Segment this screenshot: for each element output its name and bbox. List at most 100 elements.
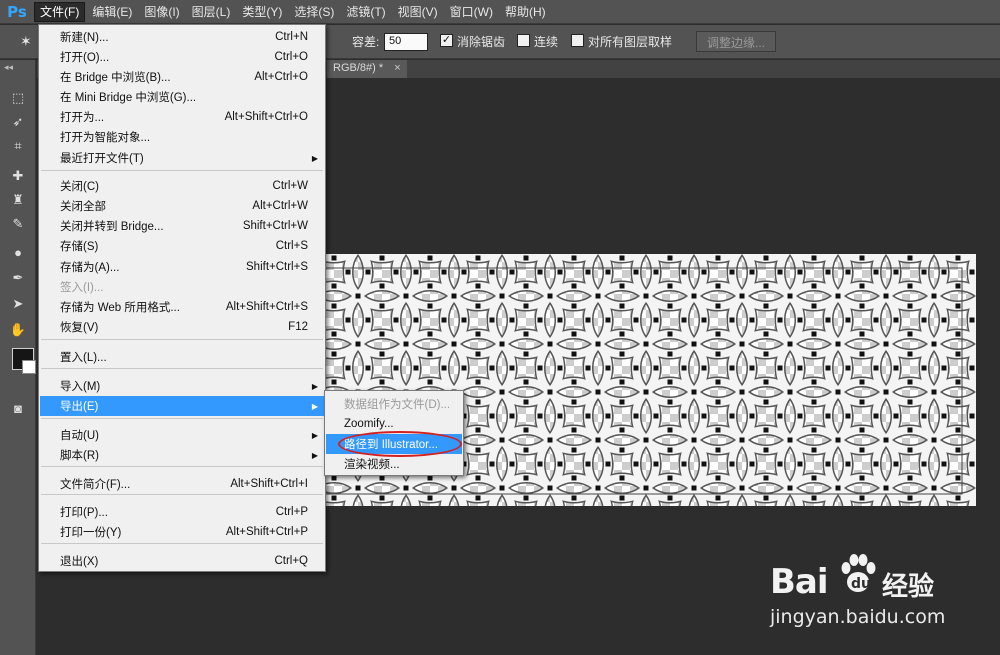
menu-item-shortcut: Alt+Shift+Ctrl+S (225, 301, 308, 313)
menu-item-close-all[interactable]: 关闭全部 Alt+Ctrl+W (40, 196, 324, 216)
menu-item-save-for-web[interactable]: 存储为 Web 所用格式... Alt+Shift+Ctrl+S (40, 297, 324, 317)
document-tab[interactable]: RGB/8#) * × (327, 60, 407, 78)
baidu-jingyan-watermark: Bai du 经验 jingyan.baidu.com (770, 548, 970, 638)
marquee-tool-icon[interactable]: ⬚ (8, 88, 28, 108)
document-tab-label: RGB/8#) * (333, 62, 384, 74)
menu-item-revert[interactable]: 恢复(V) F12 (40, 317, 324, 337)
menu-item-browse-in-bridge[interactable]: 在 Bridge 中浏览(B)... Alt+Ctrl+O (40, 67, 324, 87)
menu-item-shortcut: Alt+Shift+Ctrl+I (230, 478, 308, 490)
menu-separator (41, 339, 323, 340)
menu-item-open-as-smart-object[interactable]: 打开为智能对象... (40, 127, 324, 147)
healing-brush-icon[interactable]: ✚ (8, 166, 28, 186)
pen-tool-icon[interactable]: ✒ (8, 268, 28, 288)
menu-image[interactable]: 图像(I) (139, 2, 184, 22)
submenu-arrow-icon: ▶ (311, 153, 318, 163)
menu-item-exit[interactable]: 退出(X) Ctrl+Q (40, 551, 324, 571)
menu-item-open[interactable]: 打开(O)... Ctrl+O (40, 47, 324, 67)
photoshop-logo: Ps (7, 2, 27, 21)
menu-layer[interactable]: 图层(L) (187, 2, 236, 22)
menu-item-automate[interactable]: 自动(U) ▶ (40, 425, 324, 445)
menu-item-shortcut: Alt+Ctrl+O (254, 71, 308, 83)
menu-item-label: 文件简介(F)... (60, 479, 131, 491)
menu-view[interactable]: 视图(V) (393, 2, 443, 22)
watermark-product: 经验 (882, 571, 935, 601)
menu-item-scripts[interactable]: 脚本(R) ▶ (40, 445, 324, 465)
menu-item-save[interactable]: 存储(S) Ctrl+S (40, 236, 324, 256)
menu-help[interactable]: 帮助(H) (500, 2, 551, 22)
refine-edge-button[interactable]: 调整边缘... (696, 31, 777, 52)
menu-item-file-info[interactable]: 文件简介(F)... Alt+Shift+Ctrl+I (40, 474, 324, 494)
lasso-tool-icon[interactable]: ➶ (8, 112, 28, 132)
menu-item-label: 脚本(R) (60, 450, 99, 462)
menu-item-browse-in-mini-bridge[interactable]: 在 Mini Bridge 中浏览(G)... (40, 87, 324, 107)
contiguous-checkbox[interactable] (517, 34, 530, 47)
submenu-item-label: 数据组作为文件(D)... (344, 399, 451, 411)
menu-item-label: 打印一份(Y) (60, 527, 122, 539)
menu-item-import[interactable]: 导入(M) ▶ (40, 376, 324, 396)
menu-item-label: 打开为智能对象... (60, 132, 151, 144)
menu-item-save-as[interactable]: 存储为(A)... Shift+Ctrl+S (40, 257, 324, 277)
menu-item-open-as[interactable]: 打开为... Alt+Shift+Ctrl+O (40, 107, 324, 127)
menu-item-label: 存储为 Web 所用格式... (60, 302, 180, 314)
menu-item-place[interactable]: 置入(L)... (40, 347, 324, 367)
tolerance-label: 容差: (352, 35, 380, 49)
submenu-item-label: 渲染视频... (344, 459, 400, 471)
quick-mask-icon[interactable]: ◙ (8, 398, 28, 418)
menu-item-shortcut: Ctrl+P (275, 506, 308, 518)
close-icon[interactable]: × (394, 62, 400, 74)
menu-file[interactable]: 文件(F) (34, 1, 86, 22)
submenu-item-render-video[interactable]: 渲染视频... (326, 454, 462, 474)
menu-item-print[interactable]: 打印(P)... Ctrl+P (40, 502, 324, 522)
menu-filter[interactable]: 滤镜(T) (341, 2, 390, 22)
menu-item-new[interactable]: 新建(N)... Ctrl+N (40, 27, 324, 47)
antialias-checkbox[interactable]: ✓ (440, 34, 453, 47)
submenu-arrow-icon: ▶ (311, 381, 318, 391)
path-select-icon[interactable]: ➤ (8, 294, 28, 314)
red-annotation-circle (338, 431, 462, 457)
menu-item-label: 关闭并转到 Bridge... (60, 221, 164, 233)
menu-item-label: 打开为... (60, 112, 105, 124)
stamp-tool-icon[interactable]: ♜ (8, 190, 28, 210)
menu-bar: Ps 文件(F) 编辑(E) 图像(I) 图层(L) 类型(Y) 选择(S) 滤… (0, 0, 1000, 24)
crop-tool-icon[interactable]: ⌗ (8, 136, 28, 156)
menu-item-shortcut: Ctrl+N (275, 31, 308, 43)
menu-item-label: 导出(E) (60, 401, 99, 413)
menu-item-label: 恢复(V) (60, 322, 99, 334)
toolbox-collapse-icon[interactable]: ◂◂ (4, 62, 13, 73)
menu-item-shortcut: Ctrl+Q (274, 555, 308, 567)
menu-separator (41, 466, 323, 467)
menu-item-export[interactable]: 导出(E) ▶ (40, 396, 324, 416)
blur-tool-icon[interactable]: ● (8, 242, 28, 262)
submenu-item-label: Zoomify... (344, 418, 394, 430)
menu-separator (41, 543, 323, 544)
svg-text:du: du (851, 576, 871, 592)
menu-item-close-and-go-to-bridge[interactable]: 关闭并转到 Bridge... Shift+Ctrl+W (40, 216, 324, 236)
menu-item-shortcut: Shift+Ctrl+S (246, 261, 308, 273)
watermark-url: jingyan.baidu.com (770, 606, 946, 628)
background-color-swatch[interactable] (22, 360, 36, 374)
menu-separator (41, 170, 323, 171)
sample-all-layers-checkbox[interactable] (571, 34, 584, 47)
menu-item-label: 在 Mini Bridge 中浏览(G)... (60, 92, 197, 104)
magic-wand-icon[interactable]: ✶ (20, 33, 38, 51)
submenu-item-data-sets-as-files: 数据组作为文件(D)... (326, 394, 462, 414)
menu-item-label: 关闭(C) (60, 181, 99, 193)
tolerance-input[interactable]: 50 (384, 33, 428, 51)
menu-item-open-recent[interactable]: 最近打开文件(T) ▶ (40, 148, 324, 168)
menu-window[interactable]: 窗口(W) (445, 2, 498, 22)
menu-edit[interactable]: 编辑(E) (87, 2, 137, 22)
menu-item-print-one-copy[interactable]: 打印一份(Y) Alt+Shift+Ctrl+P (40, 522, 324, 542)
menu-item-shortcut: Shift+Ctrl+W (242, 220, 308, 232)
menu-separator (41, 494, 323, 495)
menu-separator (41, 418, 323, 419)
menu-item-label: 最近打开文件(T) (60, 153, 144, 165)
menu-item-close[interactable]: 关闭(C) Ctrl+W (40, 176, 324, 196)
menu-type[interactable]: 类型(Y) (237, 2, 287, 22)
menu-select[interactable]: 选择(S) (289, 2, 339, 22)
menu-item-label: 退出(X) (60, 556, 99, 568)
eraser-tool-icon[interactable]: ✎ (8, 214, 28, 234)
menu-item-shortcut: Ctrl+O (274, 51, 308, 63)
menu-separator (41, 368, 323, 369)
hand-tool-icon[interactable]: ✋ (8, 320, 28, 340)
menu-item-label: 存储为(A)... (60, 262, 120, 274)
